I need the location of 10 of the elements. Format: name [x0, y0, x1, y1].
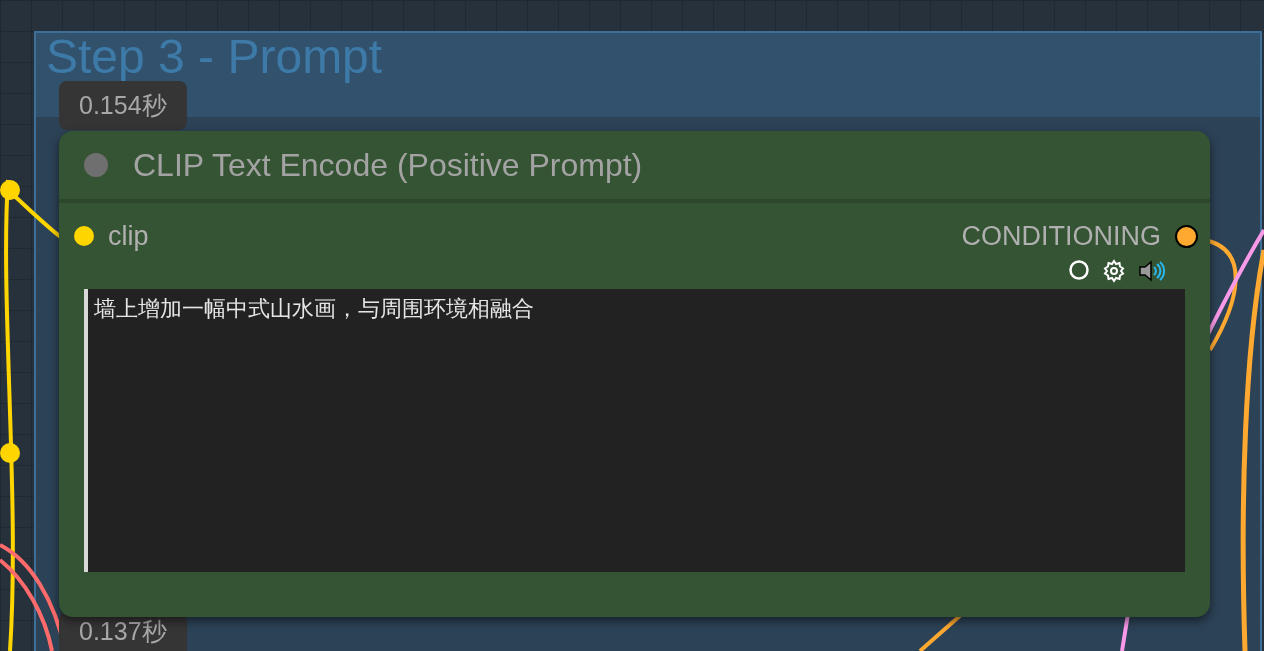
speaker-icon[interactable]: [1138, 259, 1166, 283]
output-label: CONDITIONING: [961, 219, 1161, 253]
wire-dot: [0, 180, 20, 200]
settings-icon[interactable]: [1102, 259, 1126, 283]
time-badge: 0.154秒: [59, 81, 187, 130]
node-title: CLIP Text Encode (Positive Prompt): [133, 146, 643, 185]
circle-icon[interactable]: [1068, 259, 1090, 281]
prompt-text-field[interactable]: 墙上增加一幅中式山水画，与周围环境相融合: [84, 289, 1185, 572]
input-label: clip: [108, 219, 149, 253]
wire-dot: [0, 443, 20, 463]
